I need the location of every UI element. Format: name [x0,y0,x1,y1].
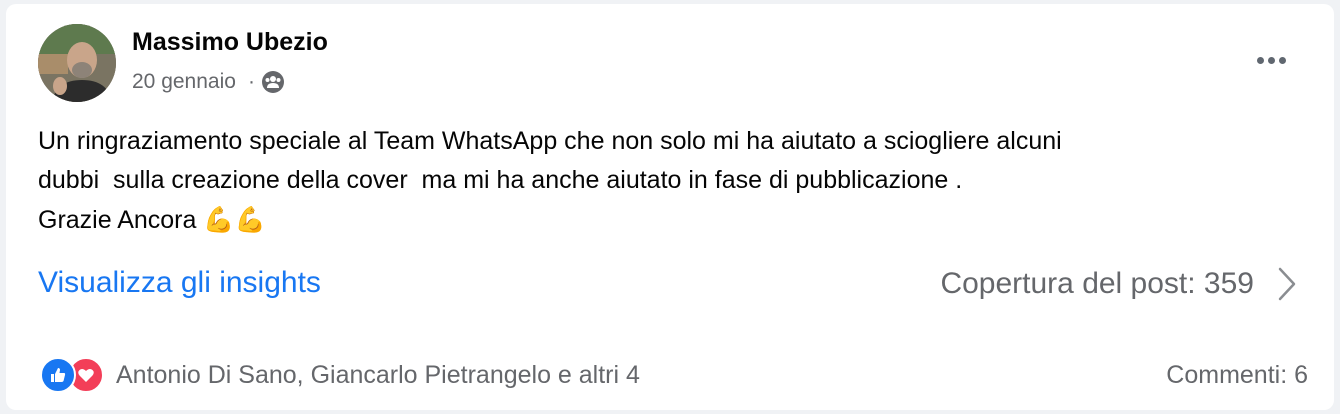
friends-icon[interactable] [261,70,285,94]
post-reach[interactable]: Copertura del post: 359 [940,266,1298,302]
reactions-summary[interactable]: Antonio Di Sano, Giancarlo Pietrangelo e… [40,357,640,393]
reaction-icons [40,357,104,393]
post-text-line: Grazie Ancora [38,206,204,234]
avatar[interactable] [38,24,116,102]
more-horizontal-icon [1256,56,1264,64]
post-text-line: Un ringraziamento speciale al Team Whats… [38,127,1062,155]
more-dot [1278,56,1286,64]
post-meta: 20 gennaio · [132,70,285,94]
post-date[interactable]: 20 gennaio [132,70,236,94]
post-card: Massimo Ubezio 20 gennaio · Un ringrazia… [6,4,1334,410]
like-icon [40,357,76,393]
author-name[interactable]: Massimo Ubezio [132,28,328,57]
post-text: Un ringraziamento speciale al Team Whats… [38,122,1298,240]
flexed-biceps-emoji: 💪💪 [203,205,266,234]
reactors-names[interactable]: Antonio Di Sano, Giancarlo Pietrangelo e… [116,361,640,390]
post-reach-label: Copertura del post: 359 [940,267,1254,300]
more-options-button[interactable] [1246,42,1296,78]
chevron-right-icon [1276,266,1298,302]
post-text-line-last: Grazie Ancora 💪💪 [38,200,1298,240]
comments-count[interactable]: Commenti: 6 [1166,361,1308,390]
view-insights-link[interactable]: Visualizza gli insights [38,266,321,300]
meta-separator: · [247,70,255,93]
more-dot [1267,56,1275,64]
post-text-line: dubbi sulla creazione della cover ma mi … [38,166,963,194]
